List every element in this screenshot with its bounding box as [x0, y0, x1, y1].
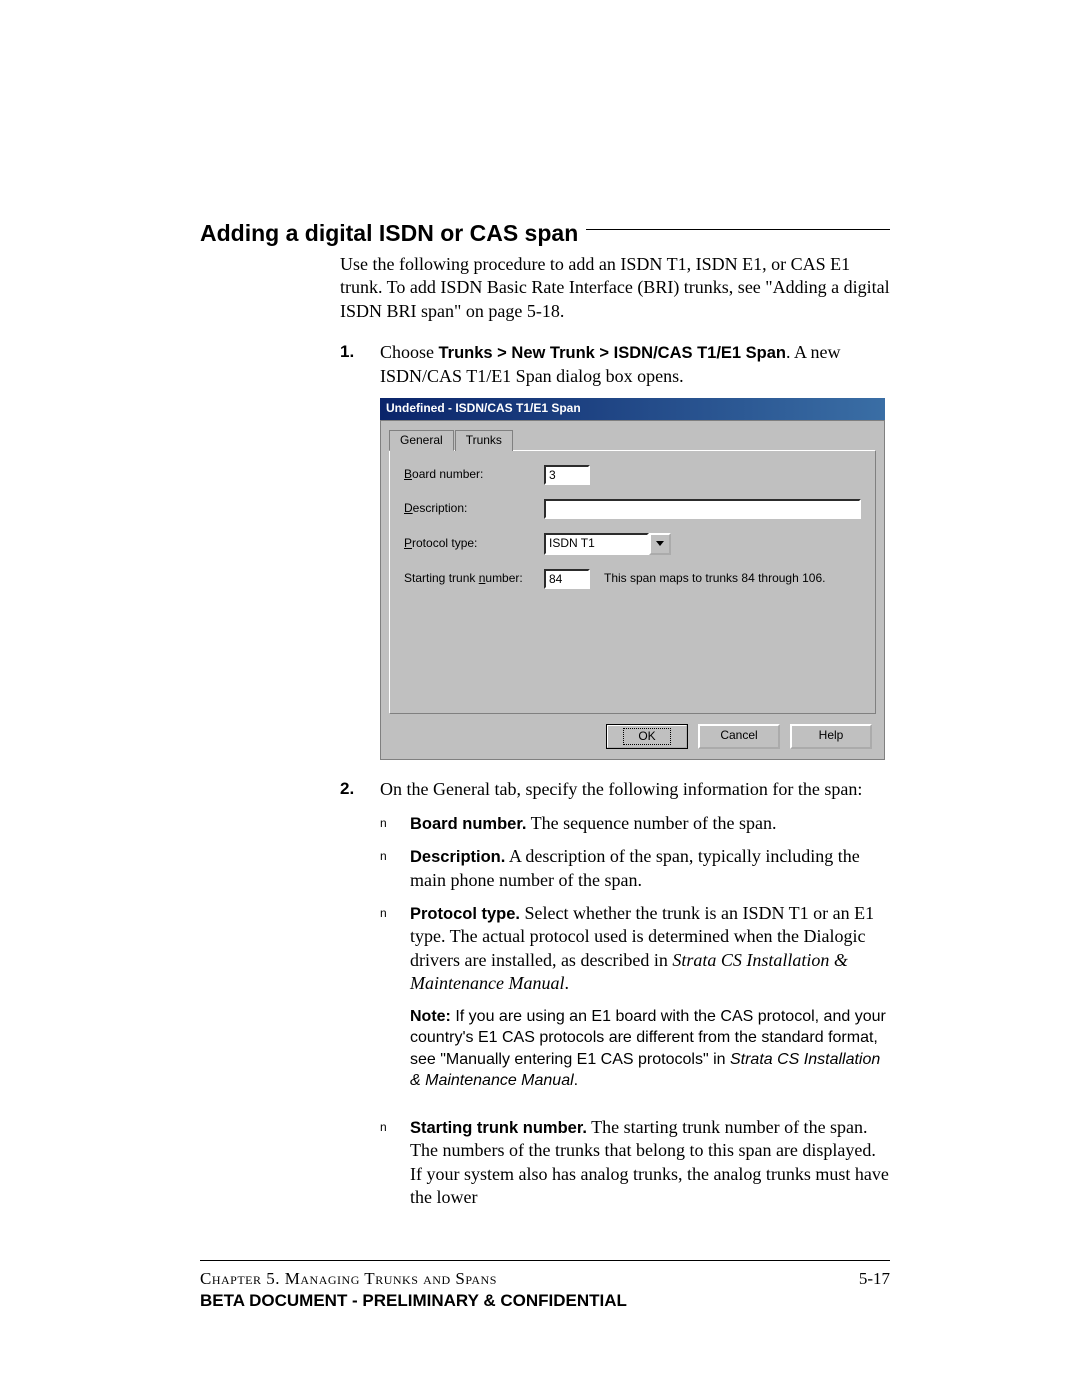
bullet-mark-icon: n: [380, 1116, 410, 1210]
dialog-tabbar: General Trunks: [389, 429, 876, 451]
ok-button-label: OK: [623, 728, 670, 746]
bullet-mark-icon: n: [380, 845, 410, 892]
footer-chapter: Chapter 5. Managing Trunks and Spans: [200, 1269, 497, 1289]
document-page: Adding a digital ISDN or CAS span Use th…: [0, 0, 1080, 1371]
tab-trunks[interactable]: Trunks: [455, 430, 513, 452]
bullet-protocol-type: n Protocol type. Select whether the trun…: [380, 902, 890, 1106]
bullet-board-label: Board number.: [410, 815, 526, 833]
bullet-description-content: Description. A description of the span, …: [410, 845, 890, 892]
section-heading: Adding a digital ISDN or CAS span: [200, 220, 890, 247]
dialog-button-row: OK Cancel Help: [389, 714, 876, 750]
protocol-type-value: ISDN T1: [544, 533, 649, 555]
field-protocol-type: Protocol type: ISDN T1: [404, 533, 861, 555]
field-board-number: Board number:: [404, 465, 861, 485]
bullet-board-text: The sequence number of the span.: [526, 813, 776, 833]
heading-text: Adding a digital ISDN or CAS span: [200, 220, 578, 247]
note-block: Note: If you are using an E1 board with …: [410, 1006, 890, 1092]
dialog-body: General Trunks Board number: Description…: [380, 420, 885, 761]
protocol-type-label: Protocol type:: [404, 536, 544, 552]
footer-page-number: 5-17: [859, 1269, 890, 1289]
board-number-label: Board number:: [404, 467, 544, 483]
step-2-content: On the General tab, specify the followin…: [380, 778, 890, 801]
bullet-board-number: n Board number. The sequence number of t…: [380, 812, 890, 835]
bullet-description-label: Description.: [410, 848, 505, 866]
bullet-starting-label: Starting trunk number.: [410, 1119, 587, 1137]
step-2-number: 2.: [340, 778, 380, 801]
step-1-content: Choose Trunks > New Trunk > ISDN/CAS T1/…: [380, 341, 890, 388]
note-label: Note:: [410, 1008, 451, 1025]
starting-trunk-number-input[interactable]: [544, 569, 590, 589]
bullet-protocol-label: Protocol type.: [410, 905, 520, 923]
body-block: Use the following procedure to add an IS…: [340, 253, 890, 1210]
description-label: Description:: [404, 501, 544, 517]
note-tail: .: [574, 1072, 578, 1089]
footer-rule: [200, 1260, 890, 1261]
tab-general[interactable]: General: [389, 430, 454, 452]
description-input[interactable]: [544, 499, 861, 519]
step-1-menu-path: Trunks > New Trunk > ISDN/CAS T1/E1 Span: [439, 344, 787, 362]
ok-button[interactable]: OK: [606, 724, 688, 750]
starting-trunk-number-label: Starting trunk number:: [404, 571, 544, 587]
dropdown-arrow-icon[interactable]: [649, 533, 671, 555]
intro-paragraph: Use the following procedure to add an IS…: [340, 253, 890, 323]
heading-rule: [586, 229, 890, 230]
cancel-button[interactable]: Cancel: [698, 724, 780, 750]
bullet-mark-icon: n: [380, 812, 410, 835]
footer-confidential: BETA DOCUMENT - PRELIMINARY & CONFIDENTI…: [200, 1291, 890, 1311]
board-number-input[interactable]: [544, 465, 590, 485]
dialog-titlebar: Undefined - ISDN/CAS T1/E1 Span: [380, 398, 885, 420]
bullet-starting-content: Starting trunk number. The starting trun…: [410, 1116, 890, 1210]
dialog-window: Undefined - ISDN/CAS T1/E1 Span General …: [380, 398, 885, 760]
step-1: 1. Choose Trunks > New Trunk > ISDN/CAS …: [340, 341, 890, 388]
dialog-tabpanel-general: Board number: Description: Protocol type…: [389, 450, 876, 714]
starting-trunk-hint: This span maps to trunks 84 through 106.: [604, 571, 825, 587]
footer-line-1: Chapter 5. Managing Trunks and Spans 5-1…: [200, 1269, 890, 1289]
bullet-mark-icon: n: [380, 902, 410, 1106]
bullet-protocol-tail: .: [564, 973, 569, 993]
field-starting-trunk-number: Starting trunk number: This span maps to…: [404, 569, 861, 589]
bullet-starting-trunk: n Starting trunk number. The starting tr…: [380, 1116, 890, 1210]
protocol-type-select[interactable]: ISDN T1: [544, 533, 671, 555]
step-1-lead: Choose: [380, 342, 439, 362]
bullet-board-content: Board number. The sequence number of the…: [410, 812, 890, 835]
field-description: Description:: [404, 499, 861, 519]
step-2-bullets: n Board number. The sequence number of t…: [380, 812, 890, 1210]
bullet-protocol-content: Protocol type. Select whether the trunk …: [410, 902, 890, 1106]
help-button[interactable]: Help: [790, 724, 872, 750]
step-1-number: 1.: [340, 341, 380, 388]
step-2: 2. On the General tab, specify the follo…: [340, 778, 890, 801]
bullet-description: n Description. A description of the span…: [380, 845, 890, 892]
